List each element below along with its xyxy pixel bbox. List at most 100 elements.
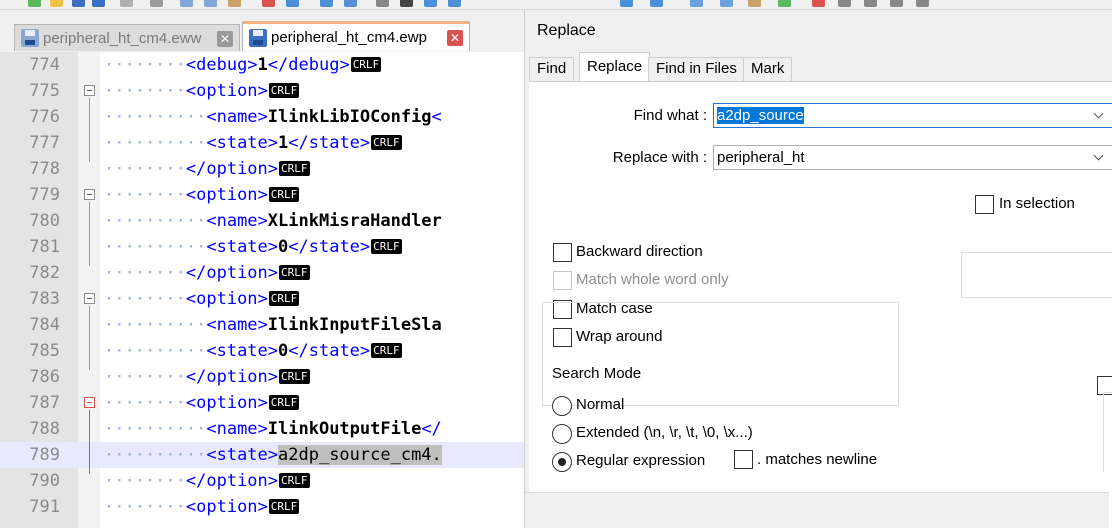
crlf-marker: CRLF (268, 291, 300, 306)
play-icon[interactable] (864, 0, 877, 7)
close-file-icon[interactable] (120, 0, 133, 7)
line-number: 781 (29, 237, 60, 257)
code-line[interactable]: 789 ··········<state>a2dp_source_cm4. (0, 442, 524, 468)
fold-guide (89, 410, 90, 474)
macro-icon[interactable] (620, 0, 633, 7)
print-icon[interactable] (150, 0, 163, 7)
indent-icon[interactable] (650, 0, 663, 7)
close-tab-icon[interactable]: ✕ (217, 31, 233, 47)
fold-toggle-icon[interactable] (84, 85, 95, 96)
function-list-icon[interactable] (748, 0, 761, 7)
code-line[interactable]: 778 ········</option> CRLF (0, 156, 524, 182)
save-icon[interactable] (72, 0, 85, 7)
copy-icon[interactable] (204, 0, 217, 7)
matches-newline-checkbox[interactable] (734, 450, 753, 469)
record-icon[interactable] (812, 0, 825, 7)
code-token: <debug> (185, 55, 258, 75)
cut-icon[interactable] (180, 0, 193, 7)
fold-toggle-icon[interactable] (84, 397, 95, 408)
close-tab-icon[interactable]: ✕ (447, 30, 463, 46)
match-whole-word-checkbox[interactable] (553, 271, 572, 290)
code-token: </state> (288, 341, 371, 361)
play-multiple-icon[interactable] (890, 0, 903, 7)
tab-peripheral-eww[interactable]: peripheral_ht_cm4.eww ✕ (14, 24, 240, 51)
tab-find[interactable]: Find (529, 57, 575, 81)
indent-dots: ········ (104, 185, 186, 205)
mode-regex-radio[interactable] (552, 452, 572, 472)
code-text: ··········<name>IlinkLibIOConfig< (104, 104, 442, 130)
code-line[interactable]: 791 ········<option> CRLF (0, 494, 524, 520)
save-all-icon[interactable] (92, 0, 105, 7)
backward-direction-checkbox[interactable] (553, 243, 572, 262)
code-token: <state> (206, 341, 279, 361)
stop-icon[interactable] (838, 0, 851, 7)
mode-normal-label: Normal (576, 396, 625, 413)
paste-icon[interactable] (228, 0, 241, 7)
code-line[interactable]: 785 ··········<state>0</state> CRLF (0, 338, 524, 364)
mode-regex-label: Regular expression (576, 452, 706, 469)
code-line[interactable]: 782 ········</option> CRLF (0, 260, 524, 286)
wrap-icon[interactable] (448, 0, 461, 7)
code-token: XLinkMisraHandler (267, 211, 442, 231)
code-token: <option> (185, 393, 268, 413)
redo-icon[interactable] (286, 0, 299, 7)
new-file-icon[interactable] (28, 0, 41, 7)
code-line[interactable]: 781 ··········<state>0</state> CRLF (0, 234, 524, 260)
code-text: ··········<state>0</state> CRLF (104, 338, 402, 364)
code-editor[interactable]: 774 ········<debug>1</debug> CRLF 775 ······… (0, 52, 524, 528)
code-text: ··········<name>XLinkMisraHandler (104, 208, 442, 234)
tab-peripheral-ewp[interactable]: peripheral_ht_cm4.ewp ✕ (242, 21, 470, 51)
code-token: a2dp_source_cm4. (278, 445, 442, 465)
code-text: ········</option> CRLF (104, 156, 310, 182)
code-line[interactable]: 787 ········<option> CRLF (0, 390, 524, 416)
code-line[interactable]: 784 ··········<name>IlinkInputFileSla (0, 312, 524, 338)
zoom-out-icon[interactable] (400, 0, 413, 7)
tab-mark[interactable]: Mark (743, 57, 793, 81)
folder-workspace-icon[interactable] (778, 0, 791, 7)
line-number: 789 (29, 445, 60, 465)
code-line[interactable]: 777 ··········<state>1</state> CRLF (0, 130, 524, 156)
replace-with-input[interactable]: peripheral_ht (713, 145, 1112, 170)
code-line[interactable]: 780 ··········<name>XLinkMisraHandler (0, 208, 524, 234)
dialog-status-bar (525, 492, 1109, 528)
find-what-value: a2dp_source (717, 107, 804, 124)
find-icon[interactable] (320, 0, 333, 7)
tab-replace[interactable]: Replace (579, 52, 651, 82)
fold-toggle-icon[interactable] (84, 293, 95, 304)
doc-map-icon[interactable] (720, 0, 733, 7)
chevron-down-icon[interactable] (1094, 109, 1104, 119)
code-token: </debug> (267, 55, 350, 75)
code-line[interactable]: 776 ··········<name>IlinkLibIOConfig< (0, 104, 524, 130)
save-macro-icon[interactable] (916, 0, 929, 7)
code-line[interactable]: 786 ········</option> CRLF (0, 364, 524, 390)
zoom-in-icon[interactable] (376, 0, 389, 7)
chevron-down-icon[interactable] (1094, 151, 1104, 161)
code-text: ········</option> CRLF (104, 260, 310, 286)
line-number: 790 (29, 471, 60, 491)
code-token: <option> (185, 81, 268, 101)
mode-normal-radio[interactable] (552, 396, 572, 416)
dialog-tabs: Find Replace Find in Files Mark (529, 52, 1112, 82)
find-what-input[interactable]: a2dp_source (713, 103, 1112, 128)
code-line[interactable]: 779 ········<option> CRLF (0, 182, 524, 208)
mode-extended-radio[interactable] (552, 424, 572, 444)
line-number: 791 (29, 497, 60, 517)
code-line[interactable]: 775 ········<option> CRLF (0, 78, 524, 104)
selection-group (961, 252, 1112, 298)
code-line[interactable]: 790 ········</option> CRLF (0, 468, 524, 494)
code-token: < (431, 107, 442, 127)
replace-icon[interactable] (344, 0, 357, 7)
code-line[interactable]: 783 ········<option> CRLF (0, 286, 524, 312)
tab-find-in-files[interactable]: Find in Files (648, 57, 745, 81)
open-file-icon[interactable] (50, 0, 63, 7)
sync-icon[interactable] (424, 0, 437, 7)
fold-toggle-icon[interactable] (84, 189, 95, 200)
code-line[interactable]: 774 ········<debug>1</debug> CRLF (0, 52, 524, 78)
panel-icon[interactable] (690, 0, 703, 7)
code-token: </option> (185, 263, 279, 283)
indent-dots: ·········· (104, 107, 207, 127)
code-token: <name> (206, 211, 268, 231)
undo-icon[interactable] (262, 0, 275, 7)
code-line[interactable]: 788 ··········<name>IlinkOutputFile</ (0, 416, 524, 442)
in-selection-checkbox[interactable] (975, 195, 994, 214)
